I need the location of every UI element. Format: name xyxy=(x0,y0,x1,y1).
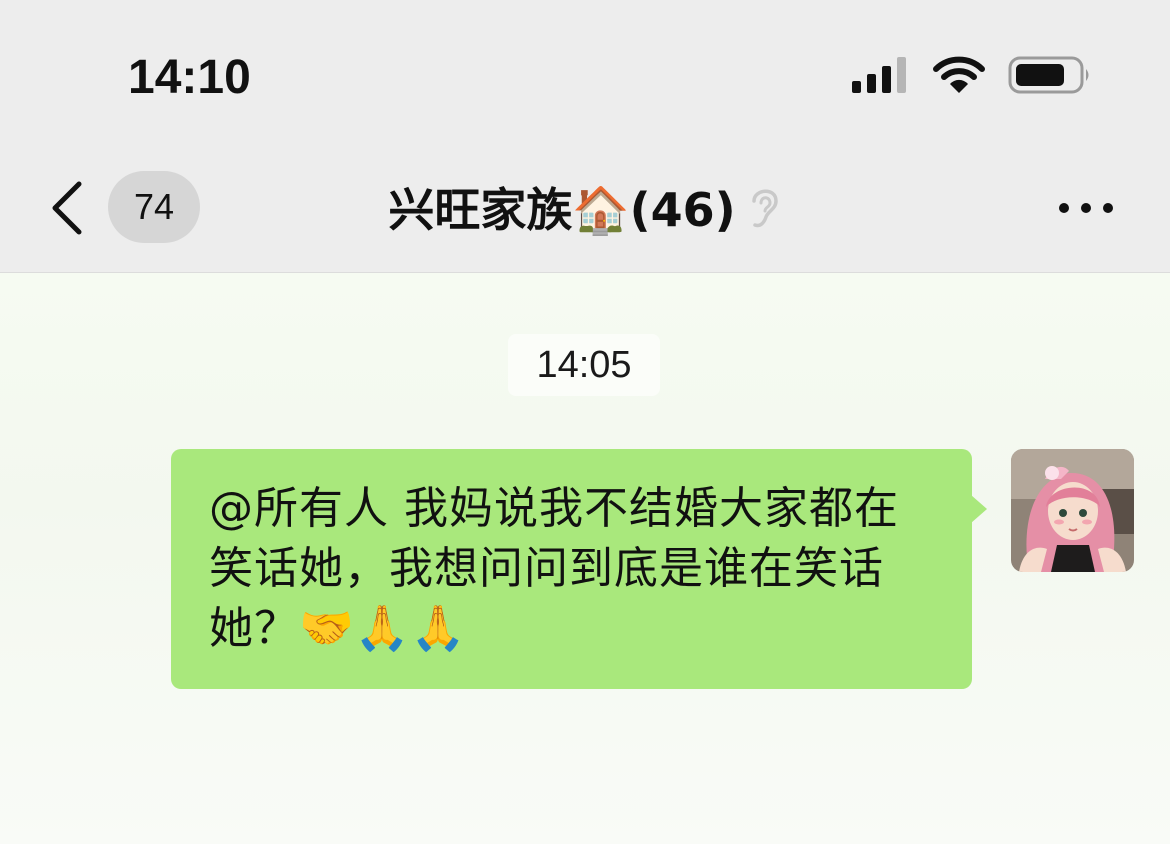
battery-icon xyxy=(1008,56,1089,94)
message-bubble[interactable]: @所有人 我妈说我不结婚大家都在笑话她，我想问问到底是谁在笑话她？🤝🙏🙏 xyxy=(171,449,987,689)
message-timestamp: 14:05 xyxy=(508,334,660,396)
chat-title-text: 兴旺家族🏠(46) xyxy=(388,183,736,237)
cellular-signal-icon xyxy=(852,57,906,93)
status-bar-icons xyxy=(852,55,1092,95)
chat-title[interactable]: 兴旺家族🏠(46) xyxy=(0,174,1170,240)
ear-icon xyxy=(751,189,778,228)
avatar[interactable] xyxy=(1011,449,1134,572)
more-dots-icon xyxy=(1059,203,1113,213)
wifi-icon xyxy=(933,56,985,93)
more-options-button[interactable] xyxy=(1056,188,1116,228)
status-bar-time: 14:10 xyxy=(128,51,251,104)
message-text: @所有人 我妈说我不结婚大家都在笑话她，我想问问到底是谁在笑话她？🤝🙏🙏 xyxy=(209,483,899,654)
avatar-image xyxy=(1011,449,1134,572)
